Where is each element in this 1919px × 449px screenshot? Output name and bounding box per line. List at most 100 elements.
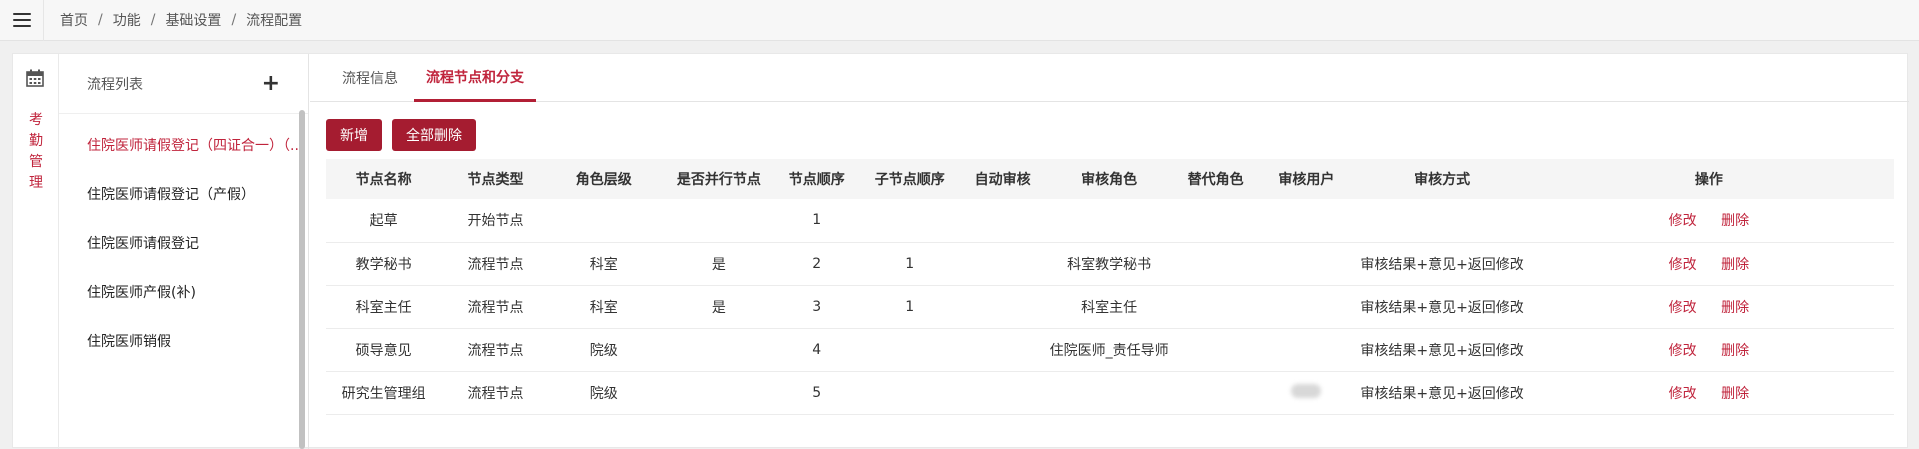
column-header: 节点顺序 xyxy=(788,172,845,188)
cell-node-type: 流程节点 xyxy=(467,342,524,359)
delete-link[interactable]: 删除 xyxy=(1721,213,1749,229)
cell-node-order: 1 xyxy=(812,212,822,229)
cell-alt-role xyxy=(1179,199,1252,242)
redacted-user xyxy=(1291,383,1322,398)
column-header: 节点名称 xyxy=(355,172,412,188)
flow-list-scrollbar[interactable] xyxy=(299,110,305,449)
content-area: 流程信息 流程节点和分支 新增 全部删除 节点名称 节点类型 角色层级 是否并行… xyxy=(310,54,1909,449)
cell-actions: 修改 删除 xyxy=(1524,199,1894,242)
cell-node-name: 科室主任 xyxy=(355,299,412,316)
cell-node-type: 流程节点 xyxy=(467,385,524,402)
top-bar: 首页 / 功能 / 基础设置 / 流程配置 xyxy=(0,0,1919,41)
toolbar: 新增 全部删除 xyxy=(326,119,476,151)
cell-sub-order: 1 xyxy=(905,298,915,315)
cell-review-method: 审核结果+意见+返回修改 xyxy=(1360,342,1524,359)
cell-actions: 修改 删除 xyxy=(1524,328,1894,371)
cell-alt-role xyxy=(1179,285,1252,328)
cell-sub-order xyxy=(853,328,965,371)
cell-node-type: 流程节点 xyxy=(467,299,524,316)
cell-review-role: 科室主任 xyxy=(1081,299,1138,316)
cell-review-method: 审核结果+意见+返回修改 xyxy=(1360,299,1524,316)
cell-sub-order: 1 xyxy=(905,255,915,272)
column-header: 审核方式 xyxy=(1414,172,1471,188)
flow-list-item[interactable]: 住院医师请假登记 xyxy=(59,218,301,267)
cell-review-method xyxy=(1360,199,1523,242)
cell-auto-review xyxy=(966,242,1039,285)
edit-link[interactable]: 修改 xyxy=(1669,213,1697,229)
edit-link[interactable]: 修改 xyxy=(1669,343,1697,359)
cell-alt-role xyxy=(1179,242,1252,285)
edit-link[interactable]: 修改 xyxy=(1669,300,1697,316)
edit-link[interactable]: 修改 xyxy=(1669,386,1697,402)
cell-review-method: 审核结果+意见+返回修改 xyxy=(1360,385,1524,402)
flow-list-item[interactable]: 住院医师请假登记（产假） xyxy=(59,169,301,218)
column-header: 审核角色 xyxy=(1081,172,1138,188)
flow-list-header: 流程列表 + xyxy=(59,54,308,114)
delete-link[interactable]: 删除 xyxy=(1721,300,1749,316)
tab-flow-nodes[interactable]: 流程节点和分支 xyxy=(414,54,536,102)
node-table: 节点名称 节点类型 角色层级 是否并行节点 节点顺序 子节点顺序 自动审核 审核… xyxy=(326,159,1894,415)
breadcrumb-home[interactable]: 首页 xyxy=(60,10,88,30)
edit-link[interactable]: 修改 xyxy=(1669,257,1697,273)
cell-sub-order xyxy=(853,199,965,242)
flow-list-item[interactable]: 住院医师产假(补) xyxy=(59,267,301,316)
delete-link[interactable]: 删除 xyxy=(1721,386,1749,402)
cell-node-type: 开始节点 xyxy=(467,213,524,230)
column-header: 节点类型 xyxy=(467,172,524,188)
cell-parallel xyxy=(658,371,780,414)
column-header: 角色层级 xyxy=(575,172,632,188)
flow-list-title: 流程列表 xyxy=(87,76,143,93)
add-flow-icon[interactable]: + xyxy=(262,72,280,95)
table-header-row: 节点名称 节点类型 角色层级 是否并行节点 节点顺序 子节点顺序 自动审核 审核… xyxy=(326,159,1894,199)
cell-review-user xyxy=(1252,199,1360,242)
breadcrumb-function[interactable]: 功能 xyxy=(113,10,141,30)
cell-review-role xyxy=(1039,371,1178,414)
cell-node-name: 研究生管理组 xyxy=(341,385,426,402)
cell-review-user xyxy=(1252,371,1360,414)
flow-list-item[interactable]: 住院医师请假登记（四证合一）（... xyxy=(59,120,301,169)
table-row: 教学秘书 流程节点 科室 是 2 1 科室教学秘书 审核结果+意见+返回修改 修… xyxy=(326,242,1894,285)
main-panel: 考勤管理 流程列表 + 住院医师请假登记（四证合一）（... 住院医师请假登记（… xyxy=(12,53,1909,449)
breadcrumb-current: 流程配置 xyxy=(246,13,303,29)
cell-review-role: 科室教学秘书 xyxy=(1067,256,1152,273)
column-header: 替代角色 xyxy=(1187,172,1244,188)
table-row: 起草 开始节点 1 修改 删除 xyxy=(326,199,1894,242)
cell-actions: 修改 删除 xyxy=(1524,242,1894,285)
breadcrumb-separator: / xyxy=(98,12,103,28)
cell-alt-role xyxy=(1179,328,1252,371)
calendar-icon[interactable] xyxy=(25,68,45,88)
cell-review-role: 住院医师_责任导师 xyxy=(1049,342,1169,359)
delete-link[interactable]: 删除 xyxy=(1721,343,1749,359)
cell-role-level: 科室 xyxy=(589,256,618,273)
cell-parallel: 是 xyxy=(711,256,726,273)
cell-review-role xyxy=(1039,199,1178,242)
column-header: 子节点顺序 xyxy=(874,172,945,188)
cell-review-method: 审核结果+意见+返回修改 xyxy=(1360,256,1524,273)
flow-list-item[interactable]: 住院医师销假 xyxy=(59,316,301,365)
cell-review-user xyxy=(1252,328,1360,371)
cell-role-level: 院级 xyxy=(589,342,618,359)
tab-bar: 流程信息 流程节点和分支 xyxy=(310,54,1909,102)
cell-node-order: 3 xyxy=(812,298,822,315)
module-label-attendance[interactable]: 考勤管理 xyxy=(27,110,45,194)
cell-auto-review xyxy=(966,328,1039,371)
breadcrumb-separator: / xyxy=(150,12,156,28)
cell-auto-review xyxy=(966,285,1039,328)
module-sidebar: 考勤管理 xyxy=(13,54,59,449)
add-button[interactable]: 新增 xyxy=(326,119,382,151)
delete-all-button[interactable]: 全部删除 xyxy=(392,119,476,151)
cell-review-user xyxy=(1252,285,1360,328)
cell-auto-review xyxy=(966,199,1039,242)
cell-role-level: 科室 xyxy=(589,299,618,316)
cell-parallel xyxy=(658,328,780,371)
cell-alt-role xyxy=(1179,371,1252,414)
table-row: 研究生管理组 流程节点 院级 5 审核结果+意见+返回修改 修改 删除 xyxy=(326,371,1894,414)
breadcrumb-separator: / xyxy=(231,12,237,28)
breadcrumb: 首页 / 功能 / 基础设置 / 流程配置 xyxy=(44,10,302,30)
hamburger-menu-icon[interactable] xyxy=(0,0,44,41)
tab-flow-info[interactable]: 流程信息 xyxy=(330,54,410,102)
cell-node-type: 流程节点 xyxy=(467,256,524,273)
breadcrumb-basic-settings[interactable]: 基础设置 xyxy=(165,10,221,30)
flow-list-panel: 流程列表 + 住院医师请假登记（四证合一）（... 住院医师请假登记（产假） 住… xyxy=(59,54,309,449)
delete-link[interactable]: 删除 xyxy=(1721,257,1749,273)
